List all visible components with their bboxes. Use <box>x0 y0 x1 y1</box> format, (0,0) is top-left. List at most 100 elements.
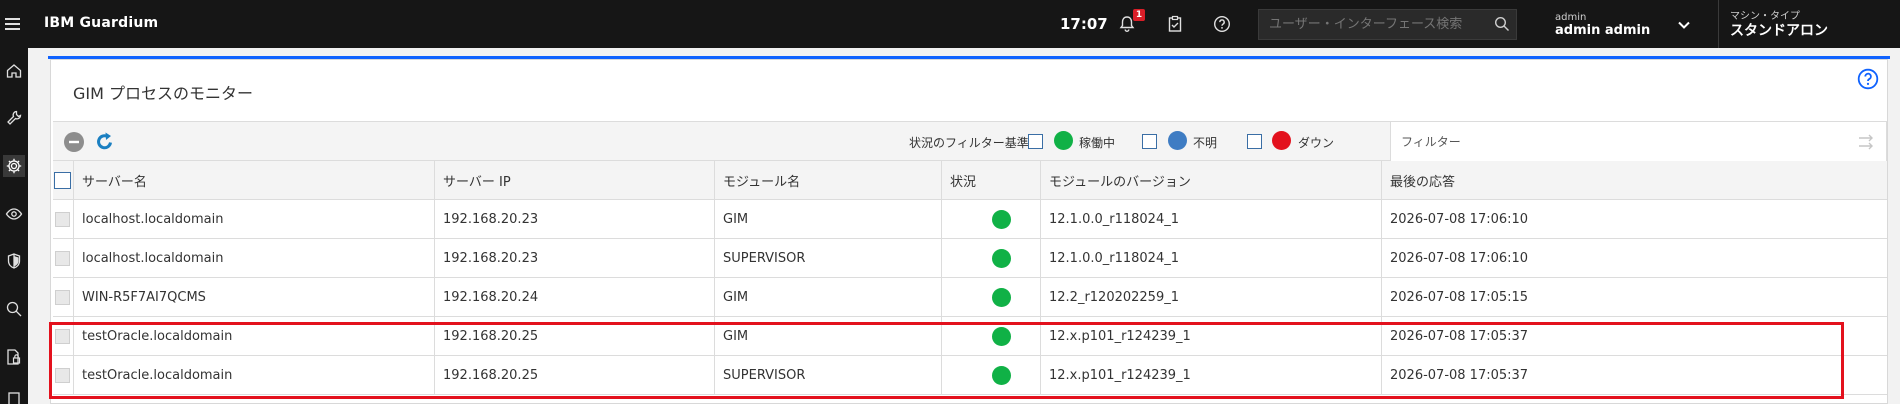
row-checkbox[interactable] <box>55 368 70 383</box>
filter-unknown-checkbox[interactable] <box>1142 134 1157 149</box>
col-server-name[interactable]: サーバー名 <box>73 161 434 200</box>
clipboard-icon[interactable] <box>1161 10 1189 38</box>
home-icon[interactable] <box>3 60 25 82</box>
cell-server-name: WIN-R5F7AI7QCMS <box>73 278 434 317</box>
filter-arrows-icon[interactable] <box>1858 134 1876 150</box>
eye-icon[interactable] <box>3 203 25 225</box>
header-select-cell <box>53 161 73 200</box>
row-select-cell <box>53 278 73 317</box>
cell-module-version: 12.1.0.0_r118024_1 <box>1040 200 1381 239</box>
status-running-indicator <box>992 366 1011 385</box>
cell-server-name: testOracle.localdomain <box>73 356 434 395</box>
status-running-indicator <box>992 288 1011 307</box>
user-name: admin admin <box>1555 23 1651 38</box>
row-checkbox[interactable] <box>55 212 70 227</box>
table-row[interactable]: localhost.localdomain 192.168.20.23 GIM 12.… <box>53 200 1887 239</box>
page-title: GIM プロセスのモニター <box>73 84 254 103</box>
minus-circle-icon <box>64 132 84 152</box>
cell-status <box>941 278 1040 317</box>
status-running-indicator <box>992 210 1011 229</box>
table-row[interactable]: localhost.localdomain 192.168.20.23 SUPERV… <box>53 239 1887 278</box>
col-status[interactable]: 状況 <box>941 161 1040 200</box>
filter-down-checkbox[interactable] <box>1247 134 1262 149</box>
cell-server-ip: 192.168.20.25 <box>434 356 714 395</box>
help-circle-icon[interactable] <box>1857 68 1879 90</box>
row-select-cell <box>53 356 73 395</box>
shield-icon[interactable] <box>3 250 25 272</box>
status-filter-label: 状況のフィルター基準 <box>909 136 1029 150</box>
cell-module-name: SUPERVISOR <box>714 239 941 278</box>
gear-icon[interactable] <box>3 155 25 177</box>
machine-type-label: マシン・タイプ <box>1730 11 1800 22</box>
clipboard-nav-icon[interactable] <box>3 388 25 404</box>
filter-unknown-label: 不明 <box>1193 136 1218 150</box>
cell-last-response: 2026-07-08 17:05:37 <box>1381 317 1887 356</box>
col-module-name[interactable]: モジュール名 <box>714 161 941 200</box>
cell-status <box>941 239 1040 278</box>
cell-module-name: GIM <box>714 317 941 356</box>
filter-down-label: ダウン <box>1298 136 1335 150</box>
row-select-cell <box>53 200 73 239</box>
cell-module-version: 12.x.p101_r124239_1 <box>1040 356 1381 395</box>
cell-server-ip: 192.168.20.25 <box>434 317 714 356</box>
status-running-dot <box>1054 131 1073 150</box>
cell-module-name: GIM <box>714 200 941 239</box>
search-nav-icon[interactable] <box>3 298 25 320</box>
clock: 17:07 <box>1060 15 1108 33</box>
cell-module-name: SUPERVISOR <box>714 356 941 395</box>
machine-type-value: スタンドアロン <box>1730 23 1828 39</box>
cell-module-version: 12.2_r120202259_1 <box>1040 278 1381 317</box>
row-select-cell <box>53 239 73 278</box>
brand-title: IBM Guardium <box>44 15 159 31</box>
col-module-version[interactable]: モジュールのバージョン <box>1040 161 1381 200</box>
row-checkbox[interactable] <box>55 290 70 305</box>
cell-server-ip: 192.168.20.24 <box>434 278 714 317</box>
cell-status <box>941 200 1040 239</box>
top-bar: IBM Guardium 17:07 1 admin admin admin マ… <box>0 0 1900 48</box>
report-lock-icon[interactable] <box>3 346 25 368</box>
cell-server-name: localhost.localdomain <box>73 200 434 239</box>
status-running-indicator <box>992 249 1011 268</box>
chevron-down-icon[interactable] <box>1676 17 1692 33</box>
table-header: サーバー名 サーバー IP モジュール名 状況 モジュールのバージョン 最後の応… <box>53 161 1887 200</box>
cell-server-name: testOracle.localdomain <box>73 317 434 356</box>
table-row[interactable]: WIN-R5F7AI7QCMS 192.168.20.24 GIM 12.2_r120… <box>53 278 1887 317</box>
gim-monitor-panel: GIM プロセスのモニター 状況のフィルター基準 稼働中 不明 ダウン サーバー… <box>50 59 1888 404</box>
select-all-checkbox[interactable] <box>54 172 71 189</box>
help-icon[interactable] <box>1208 10 1236 38</box>
cell-server-ip: 192.168.20.23 <box>434 239 714 278</box>
cell-last-response: 2026-07-08 17:06:10 <box>1381 200 1887 239</box>
table-body: localhost.localdomain 192.168.20.23 GIM 12.… <box>53 200 1887 395</box>
table-row[interactable]: testOracle.localdomain 192.168.20.25 GIM 12… <box>53 317 1887 356</box>
row-checkbox[interactable] <box>55 329 70 344</box>
cell-last-response: 2026-07-08 17:05:15 <box>1381 278 1887 317</box>
col-server-ip[interactable]: サーバー IP <box>434 161 714 200</box>
cell-module-version: 12.x.p101_r124239_1 <box>1040 317 1381 356</box>
cell-module-name: GIM <box>714 278 941 317</box>
cell-status <box>941 317 1040 356</box>
row-checkbox[interactable] <box>55 251 70 266</box>
filter-running-checkbox[interactable] <box>1028 134 1043 149</box>
machine-type: マシン・タイプ スタンドアロン <box>1718 0 1900 48</box>
cell-module-version: 12.1.0.0_r118024_1 <box>1040 239 1381 278</box>
filter-running-label: 稼働中 <box>1079 136 1116 150</box>
status-running-indicator <box>992 327 1011 346</box>
menu-icon[interactable] <box>0 0 24 48</box>
user-menu[interactable]: admin admin admin <box>1555 12 1650 39</box>
filter-input[interactable] <box>1390 121 1887 162</box>
status-down-dot <box>1272 131 1291 150</box>
gim-process-table: サーバー名 サーバー IP モジュール名 状況 モジュールのバージョン 最後の応… <box>53 161 1887 395</box>
wrench-icon[interactable] <box>3 107 25 129</box>
toolbar: 状況のフィルター基準 稼働中 不明 ダウン <box>53 121 1887 162</box>
ui-search-input[interactable] <box>1258 9 1517 40</box>
cell-status <box>941 356 1040 395</box>
search-icon[interactable] <box>1494 16 1510 32</box>
refresh-button[interactable] <box>92 129 118 155</box>
cell-server-ip: 192.168.20.23 <box>434 200 714 239</box>
user-role: admin <box>1555 12 1587 23</box>
row-select-cell <box>53 317 73 356</box>
remove-button[interactable] <box>61 129 87 155</box>
cell-last-response: 2026-07-08 17:05:37 <box>1381 356 1887 395</box>
table-row[interactable]: testOracle.localdomain 192.168.20.25 SUPER… <box>53 356 1887 395</box>
col-last-response[interactable]: 最後の応答 <box>1381 161 1887 200</box>
